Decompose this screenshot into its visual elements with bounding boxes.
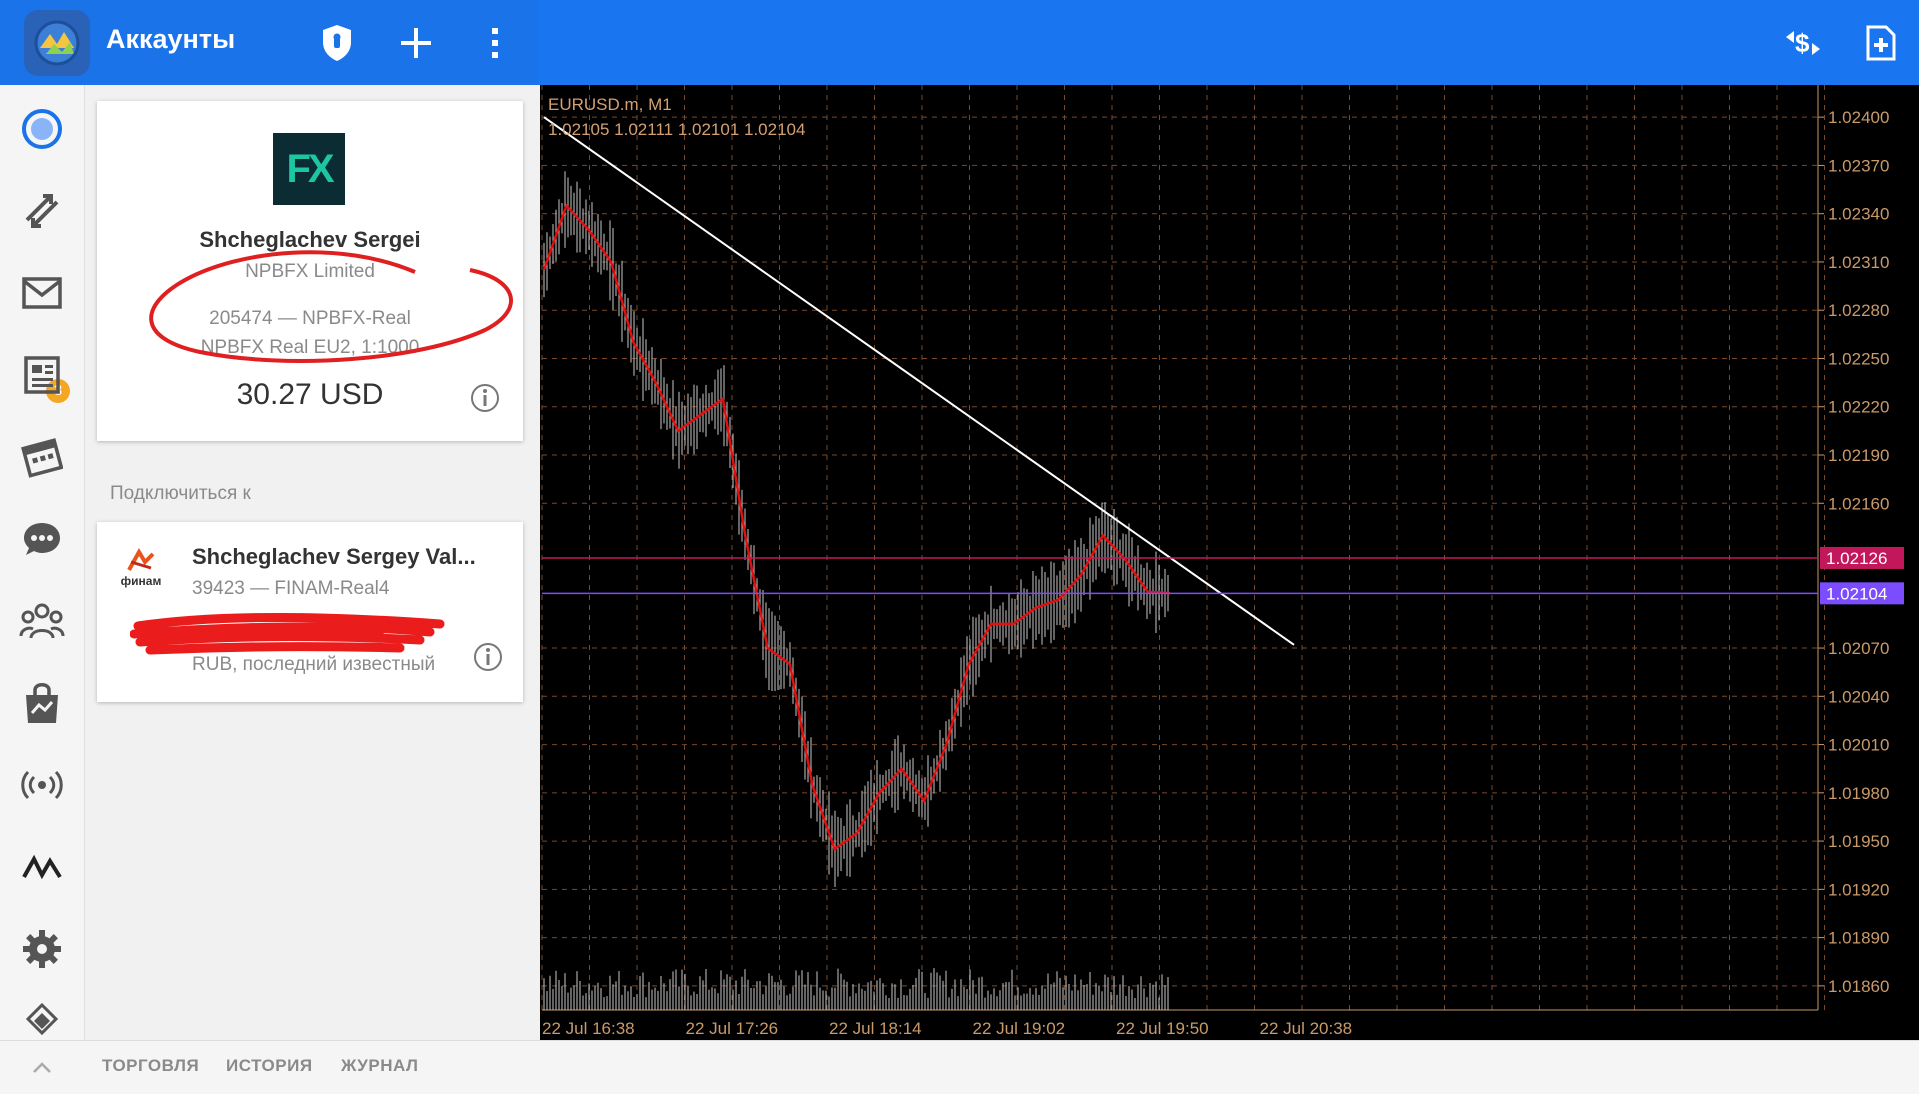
trend-line [543,116,1295,646]
time-label: 22 Jul 17:26 [686,1019,779,1038]
npbfx-logo-text: FX [286,146,334,191]
price-label: 1.02160 [1828,494,1889,513]
shield-icon[interactable] [316,22,358,64]
price-label: 1.01890 [1828,929,1889,948]
calendar-icon[interactable] [14,429,70,485]
price-label: 1.02370 [1828,156,1889,175]
symbol-timeframe-label: EURUSD.m, M1 [548,95,672,114]
time-label: 22 Jul 19:50 [1116,1019,1209,1038]
time-label: 22 Jul 16:38 [542,1019,635,1038]
price-label: 1.02340 [1828,205,1889,224]
chat-icon[interactable] [14,511,70,567]
bid-price-label: 1.02104 [1826,584,1887,603]
tab-trade[interactable]: ТОРГОВЛЯ [102,1056,199,1076]
red-scribble-redaction [130,613,445,655]
community-icon[interactable] [14,593,70,649]
finam-logo: финам [113,548,169,596]
chevron-up-icon[interactable] [30,1058,54,1078]
price-label: 1.02400 [1828,108,1889,127]
price-label: 1.01950 [1828,832,1889,851]
price-label: 1.02040 [1828,687,1889,706]
news-icon[interactable] [14,347,70,403]
price-label: 1.01920 [1828,880,1889,899]
price-label: 1.01860 [1828,977,1889,996]
red-circle-annotation [149,250,513,363]
time-label: 22 Jul 18:14 [829,1019,922,1038]
price-label: 1.02280 [1828,301,1889,320]
moving-average-line [542,203,1171,852]
market-icon[interactable] [14,675,70,731]
metatrader-logo-icon[interactable] [24,10,90,76]
price-label: 1.02250 [1828,349,1889,368]
navigation-sidebar: 3 [0,85,85,1040]
info-icon[interactable] [473,642,503,672]
price-label: 1.02220 [1828,398,1889,417]
svg-text:$: $ [1795,28,1810,58]
indicators-icon[interactable] [14,839,70,895]
trade-icon[interactable] [14,183,70,239]
price-label: 1.02190 [1828,446,1889,465]
quotes-icon[interactable] [14,101,70,157]
time-label: 22 Jul 19:02 [973,1019,1066,1038]
mail-icon[interactable] [14,265,70,321]
price-label: 1.02070 [1828,639,1889,658]
settings-icon[interactable] [14,921,70,977]
ohlc-label: 1.02105 1.02111 1.02101 1.02104 [548,120,806,139]
account-balance: 30.27 USD [236,378,384,411]
tab-journal[interactable]: ЖУРНАЛ [341,1056,418,1076]
info-icon[interactable] [470,383,500,413]
price-chart[interactable]: 1.02400 1.02370 1.02340 1.02310 1.02280 1.022… [540,85,1919,1040]
ask-price-label: 1.02126 [1826,549,1887,568]
page-title: Аккаунты [106,24,236,54]
price-label: 1.01980 [1828,784,1889,803]
price-label: 1.02010 [1828,736,1889,755]
more-icon[interactable] [14,1003,70,1039]
time-label: 22 Jul 20:38 [1260,1019,1353,1038]
add-document-icon[interactable] [1860,20,1902,66]
signals-icon[interactable] [14,757,70,813]
finam-account-number: 39423 — FINAM-Real4 [192,578,390,599]
price-label: 1.02310 [1828,253,1889,272]
finam-logo-text: финам [120,574,162,588]
tab-history[interactable]: ИСТОРИЯ [226,1056,313,1076]
npbfx-logo: FX [273,133,345,205]
chart-canvas[interactable]: 1.02400 1.02370 1.02340 1.02310 1.02280 1.022… [540,85,1919,1040]
plus-icon[interactable] [395,22,437,64]
connect-to-label: Подключиться к [110,483,251,504]
finam-holder-name: Shcheglachev Sergey Val... [192,544,476,569]
currency-exchange-icon[interactable]: $ [1780,22,1826,64]
more-vert-icon[interactable] [474,22,516,64]
